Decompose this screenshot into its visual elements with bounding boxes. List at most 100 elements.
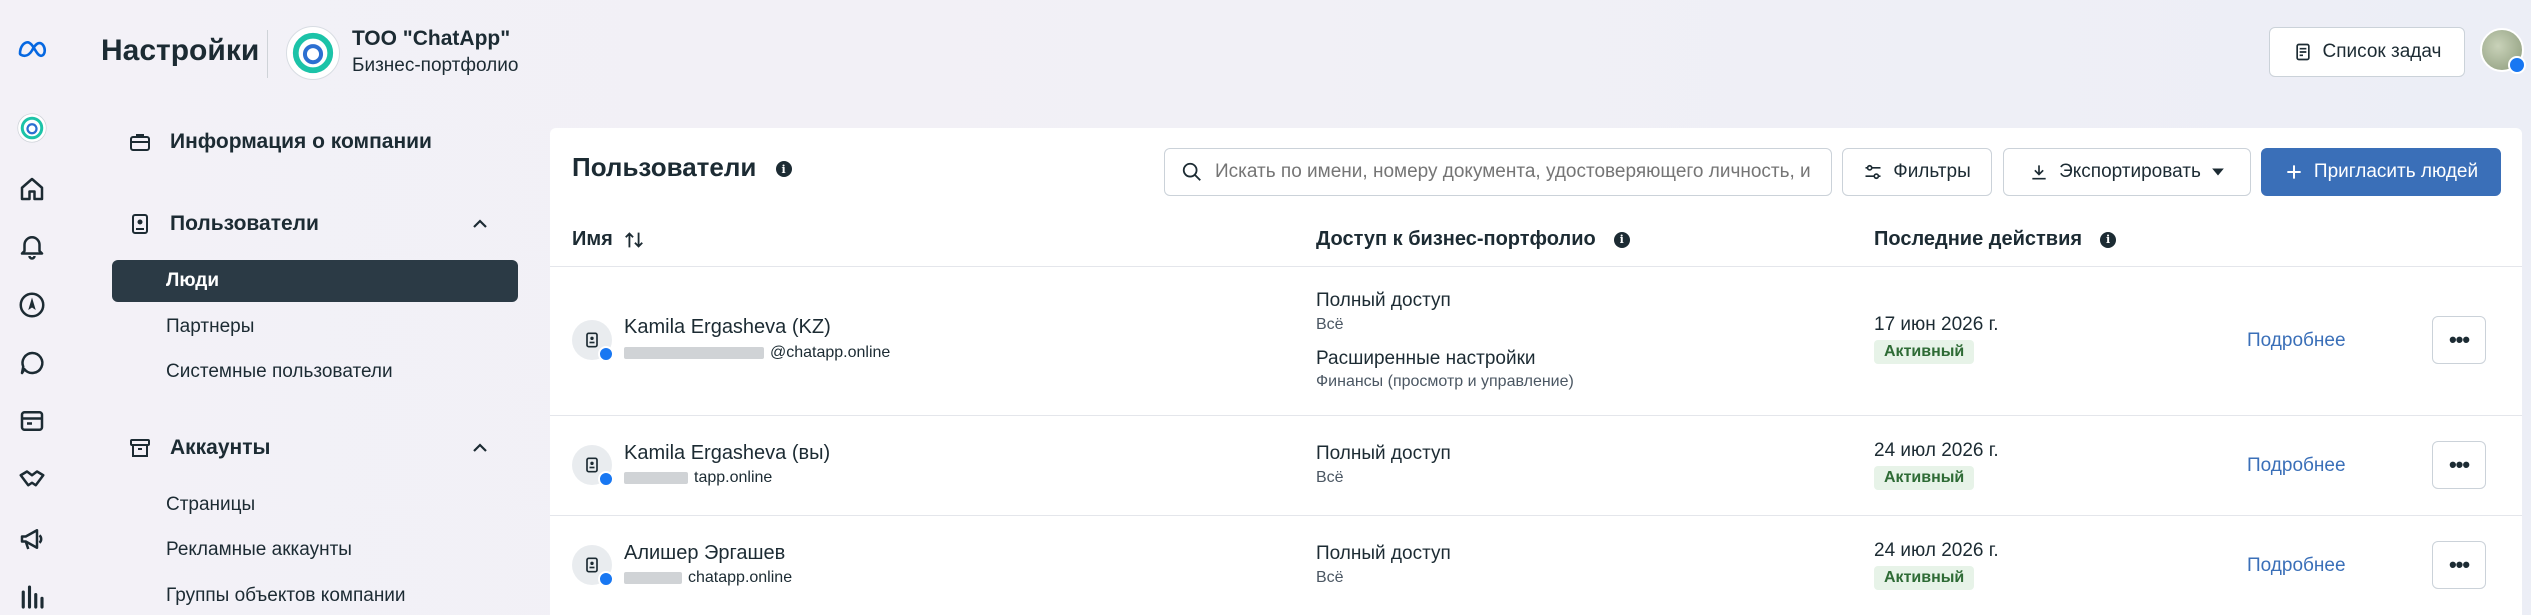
column-header-last-activity: Последние действия i — [1874, 228, 2117, 251]
facebook-badge-icon — [598, 471, 614, 487]
user-id-icon — [572, 320, 614, 362]
last-activity-date: 24 июл 2026 г. — [1874, 540, 1999, 561]
user-email: @chatapp.online — [624, 344, 890, 362]
analytics-icon[interactable] — [15, 580, 49, 614]
details-link[interactable]: Подробнее — [2247, 455, 2346, 477]
sidebar-item-ad-accounts[interactable]: Рекламные аккаунты — [166, 539, 352, 561]
page-title: Настройки — [101, 34, 260, 67]
access-detail: Всё — [1316, 569, 1344, 586]
access-detail: Финансы (просмотр и управление) — [1316, 373, 1574, 390]
user-email-text: @chatapp.online — [770, 344, 891, 361]
sidebar-item-asset-groups[interactable]: Группы объектов компании — [166, 585, 406, 607]
user-id-icon — [572, 445, 614, 487]
user-name: Kamila Ergasheva (вы) — [624, 442, 831, 464]
info-icon[interactable]: i — [775, 161, 792, 178]
megaphone-icon[interactable] — [15, 522, 49, 556]
redacted-block — [624, 347, 764, 359]
export-button[interactable]: Экспортировать — [2003, 148, 2251, 196]
status-badge: Активный — [1874, 566, 1975, 590]
sidebar-item-system-users[interactable]: Системные пользователи — [166, 361, 393, 383]
user-email-text: tapp.online — [694, 469, 773, 486]
bell-icon[interactable] — [15, 229, 49, 263]
details-link[interactable]: Подробнее — [2247, 330, 2346, 352]
sidebar-item-people[interactable]: Люди — [112, 260, 518, 302]
chat-icon[interactable] — [15, 346, 49, 380]
chevron-up-icon[interactable] — [470, 214, 490, 234]
nav-company-info-label: Информация о компании — [170, 130, 432, 153]
search-input[interactable] — [1215, 161, 1815, 183]
facebook-badge-icon — [2508, 56, 2526, 74]
divider — [550, 415, 2522, 416]
facebook-badge-icon — [598, 346, 614, 362]
status-badge: Активный — [1874, 466, 1975, 490]
redacted-block — [624, 572, 682, 584]
icon-rail — [0, 0, 70, 615]
more-options-button[interactable]: ••• — [2432, 441, 2486, 489]
filter-sliders-icon — [1865, 164, 1881, 180]
last-activity-date: 24 июл 2026 г. — [1874, 440, 1999, 461]
more-options-button[interactable]: ••• — [2432, 316, 2486, 364]
status-badge: Активный — [1874, 340, 1975, 364]
users-panel: Пользователи i Фильтры Экспортировать Пр… — [550, 128, 2522, 615]
home-icon[interactable] — [15, 172, 49, 206]
company-name[interactable]: ТОО "ChatApp" — [352, 27, 510, 51]
sidebar-item-pages[interactable]: Страницы — [166, 494, 255, 516]
nav-company-info[interactable]: Информация о компании — [128, 130, 432, 154]
more-options-button[interactable]: ••• — [2432, 541, 2486, 589]
access-level: Полный доступ — [1316, 290, 1451, 311]
divider — [550, 515, 2522, 516]
access-level: Расширенные настройки — [1316, 348, 1536, 369]
filters-button[interactable]: Фильтры — [1842, 148, 1992, 196]
column-header-access-label: Доступ к бизнес-портфолио — [1316, 228, 1596, 250]
handshake-icon[interactable] — [15, 462, 49, 496]
sidebar-item-partners[interactable]: Партнеры — [166, 316, 254, 338]
company-logo[interactable] — [286, 26, 340, 80]
nav-accounts-section[interactable]: Аккаунты — [128, 436, 270, 460]
panel-title: Пользователи i — [572, 152, 792, 183]
column-header-access: Доступ к бизнес-портфолио i — [1316, 228, 1630, 251]
search-box[interactable] — [1164, 148, 1832, 196]
id-badge-icon — [132, 214, 148, 234]
archive-icon — [130, 439, 150, 457]
caret-down-icon — [2212, 168, 2224, 176]
export-label: Экспортировать — [2059, 161, 2201, 182]
user-name: Алишер Эргашев — [624, 542, 786, 564]
plus-icon — [2287, 165, 2301, 179]
search-icon — [1182, 162, 1201, 181]
user-email: chatapp.online — [624, 569, 792, 587]
column-header-name-label: Имя — [572, 228, 613, 250]
last-activity-date: 17 июн 2026 г. — [1874, 314, 1999, 335]
redacted-block — [624, 472, 688, 484]
user-id-icon — [572, 545, 614, 587]
filters-label: Фильтры — [1893, 161, 1971, 182]
invite-people-button[interactable]: Пригласить людей — [2261, 148, 2501, 196]
details-link[interactable]: Подробнее — [2247, 555, 2346, 577]
info-icon[interactable]: i — [2100, 231, 2117, 248]
chatapp-logo-icon[interactable] — [12, 108, 52, 148]
nav-users-label: Пользователи — [170, 212, 319, 235]
compass-icon[interactable] — [15, 288, 49, 322]
header-divider — [267, 30, 268, 78]
nav-accounts-label: Аккаунты — [170, 436, 271, 459]
user-email: tapp.online — [624, 469, 772, 487]
nav-users-section[interactable]: Пользователи — [128, 212, 319, 236]
chevron-up-icon[interactable] — [470, 438, 490, 458]
access-level: Полный доступ — [1316, 543, 1451, 564]
sort-icon — [624, 231, 643, 248]
task-list-button[interactable]: Список задач — [2269, 27, 2465, 77]
billing-icon[interactable] — [15, 404, 49, 438]
panel-title-text: Пользователи — [572, 152, 757, 182]
sidebar-item-people-label: Люди — [166, 270, 220, 291]
access-detail: Всё — [1316, 469, 1344, 486]
download-icon — [2032, 165, 2046, 180]
info-icon[interactable]: i — [1613, 231, 1630, 248]
access-level: Полный доступ — [1316, 443, 1451, 464]
briefcase-icon — [130, 134, 150, 151]
avatar[interactable] — [2480, 28, 2526, 74]
column-header-last-activity-label: Последние действия — [1874, 228, 2083, 250]
task-list-icon — [2295, 43, 2310, 61]
user-email-text: chatapp.online — [688, 569, 793, 586]
column-header-name[interactable]: Имя — [572, 228, 645, 251]
meta-logo-icon[interactable] — [15, 32, 49, 66]
company-subtitle: Бизнес-портфолио — [352, 55, 519, 76]
